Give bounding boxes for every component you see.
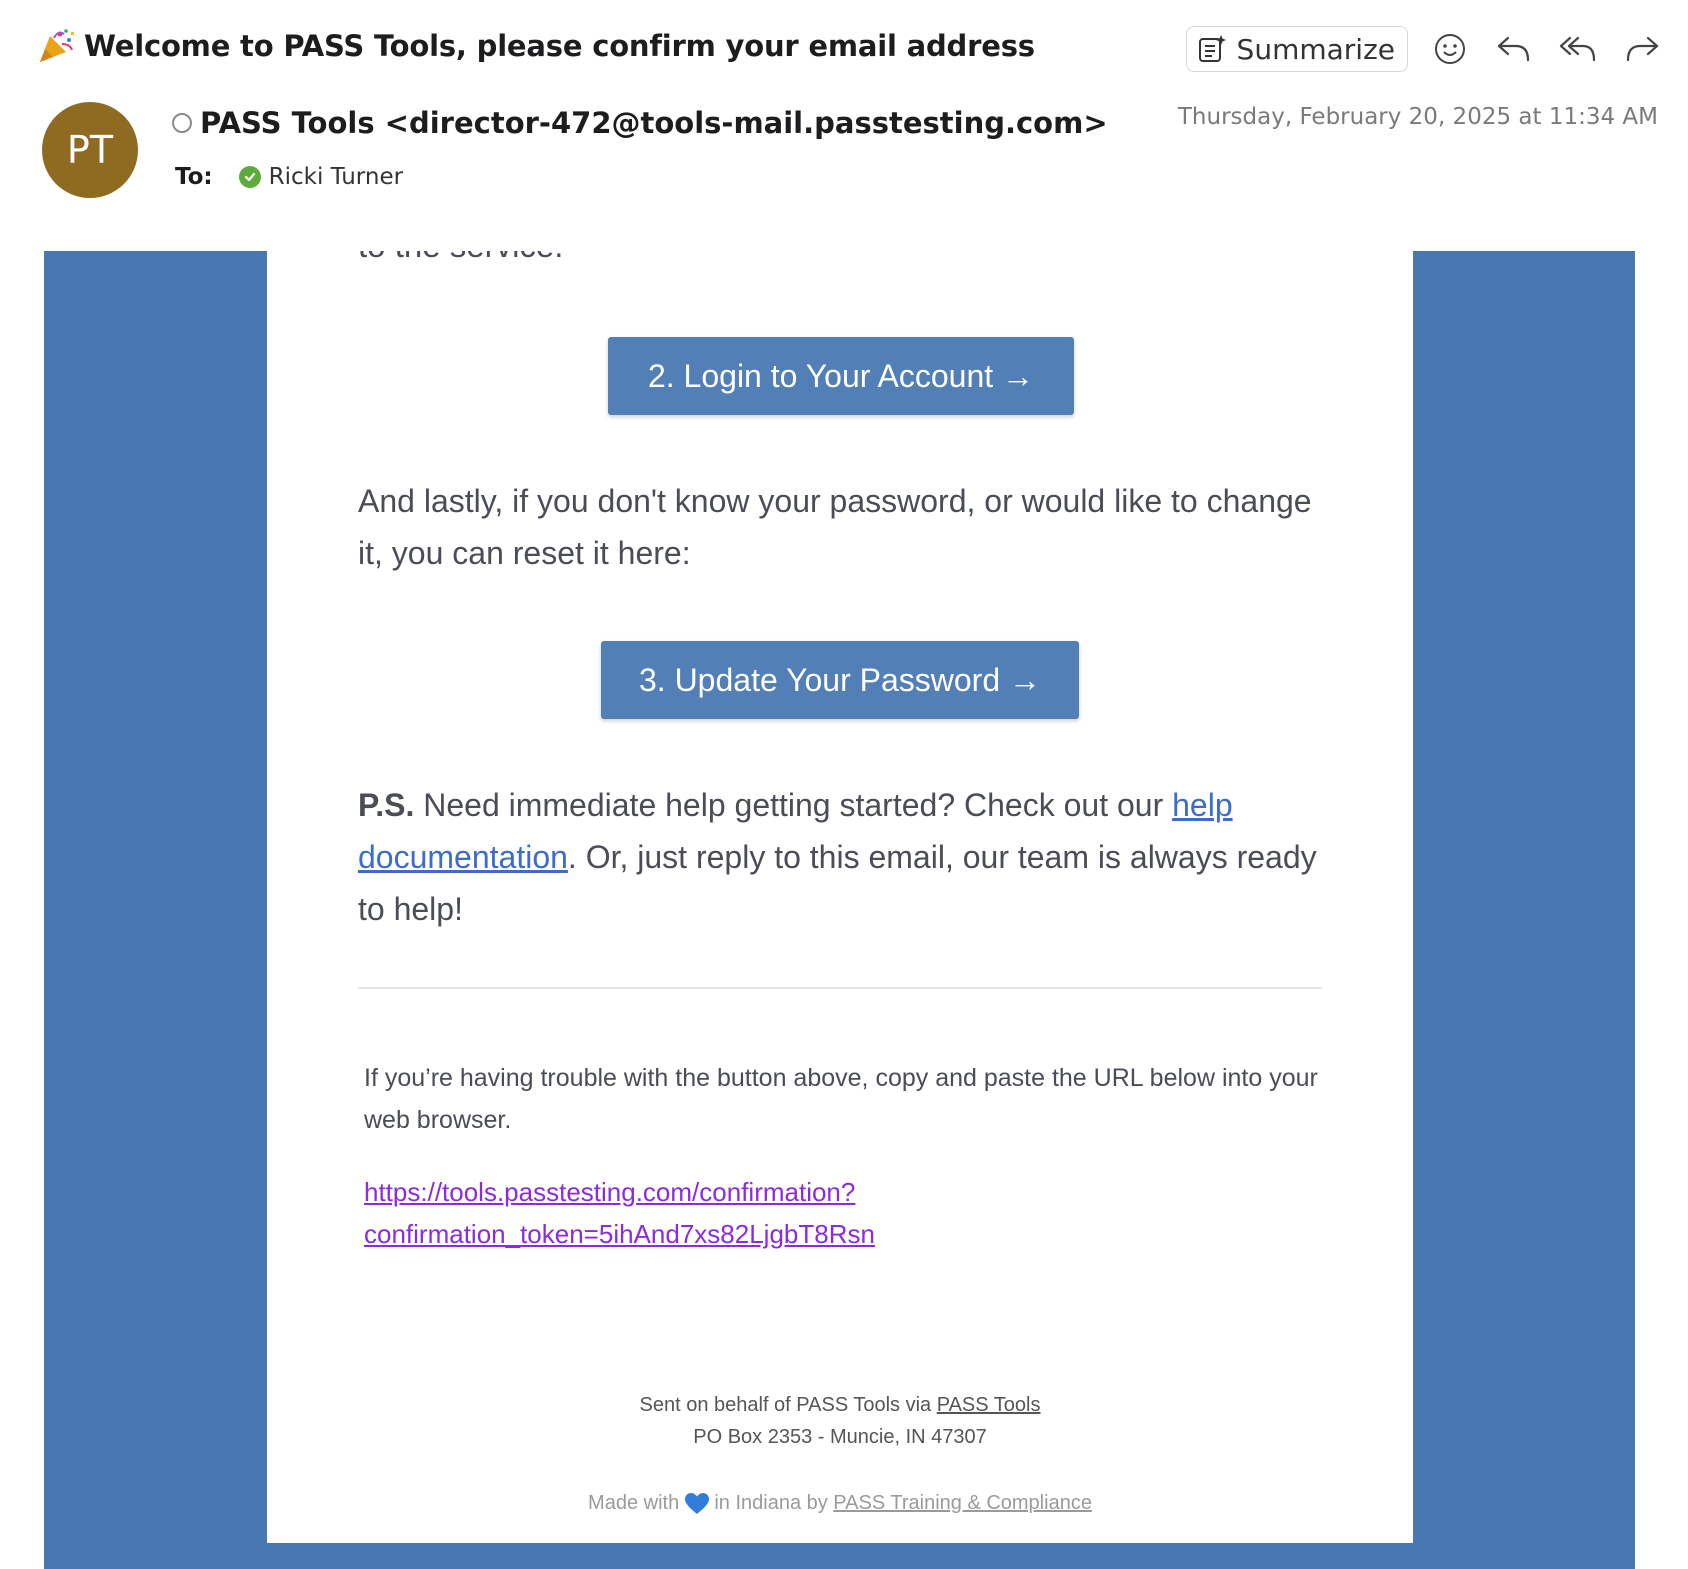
sent-date: Thursday, February 20, 2025 at 11:34 AM [1177,104,1658,130]
smiley-icon [1435,34,1465,64]
reaction-button[interactable] [1428,27,1472,71]
footer-made-middle: in Indiana by [708,1492,834,1514]
confirmation-url-link[interactable]: https://tools.passtesting.com/confirmati… [364,1171,875,1255]
forward-button[interactable] [1620,27,1664,71]
ps-paragraph: P.S. Need immediate help getting started… [358,779,1332,935]
unread-status-icon[interactable] [172,113,192,133]
footer-address: PO Box 2353 - Muncie, IN 47307 [693,1426,987,1448]
footer-made-prefix: Made with [588,1492,685,1514]
message-header: Welcome to PASS Tools, please confirm yo… [0,0,1688,250]
update-password-button[interactable]: 3. Update Your Password → [601,641,1079,719]
footer-sent-prefix: Sent on behalf of PASS Tools via [639,1394,937,1416]
reply-icon [1497,36,1530,62]
verified-check-icon [238,166,261,188]
email-subject: Welcome to PASS Tools, please confirm yo… [84,29,1035,63]
ps-text-1: Need immediate help getting started? Che… [414,787,1173,823]
summarize-label: Summarize [1236,32,1395,66]
summarize-icon [1198,35,1226,62]
footer-sender: Sent on behalf of PASS Tools via PASS To… [267,1389,1413,1453]
reply-all-icon [1559,36,1596,62]
footer-made-with: Made with in Indiana by PASS Training & … [267,1487,1413,1519]
ps-label: P.S. [358,787,415,823]
email-content-card: to the service. 2. Login to Your Account… [267,251,1413,1543]
clipped-text: to the service. [358,251,563,265]
sender-avatar: PT [42,102,138,198]
trouble-text: If you’re having trouble with the button… [364,1064,1318,1134]
to-label: To: [175,164,213,190]
login-button[interactable]: 2. Login to Your Account → [608,337,1074,415]
forward-icon [1626,36,1659,62]
recipient-row: To: Ricki Turner [175,164,403,190]
message-actions: Summarize [1185,26,1664,72]
party-popper-icon [40,29,74,62]
reply-all-button[interactable] [1556,27,1600,71]
footer-pass-training-link[interactable]: PASS Training & Compliance [833,1492,1092,1514]
url-line-2[interactable]: confirmation_token=5ihAnd7xs82LjgbT8Rsn [364,1219,875,1249]
url-line-1[interactable]: https://tools.passtesting.com/confirmati… [364,1177,855,1207]
recipient-name[interactable]: Ricki Turner [269,164,403,190]
reset-paragraph: And lastly, if you don't know your passw… [358,483,1312,571]
sender-row: PASS Tools <director-472@tools-mail.pass… [172,106,1108,140]
email-body-frame: to the service. 2. Login to Your Account… [44,251,1635,1569]
summarize-button[interactable]: Summarize [1185,26,1408,72]
footer-pass-tools-link[interactable]: PASS Tools [937,1394,1041,1416]
blue-heart-icon [684,1492,709,1514]
reply-button[interactable] [1492,27,1536,71]
divider [358,987,1322,989]
sender-address[interactable]: PASS Tools <director-472@tools-mail.pass… [200,106,1108,140]
subject-row: Welcome to PASS Tools, please confirm yo… [36,26,1035,66]
